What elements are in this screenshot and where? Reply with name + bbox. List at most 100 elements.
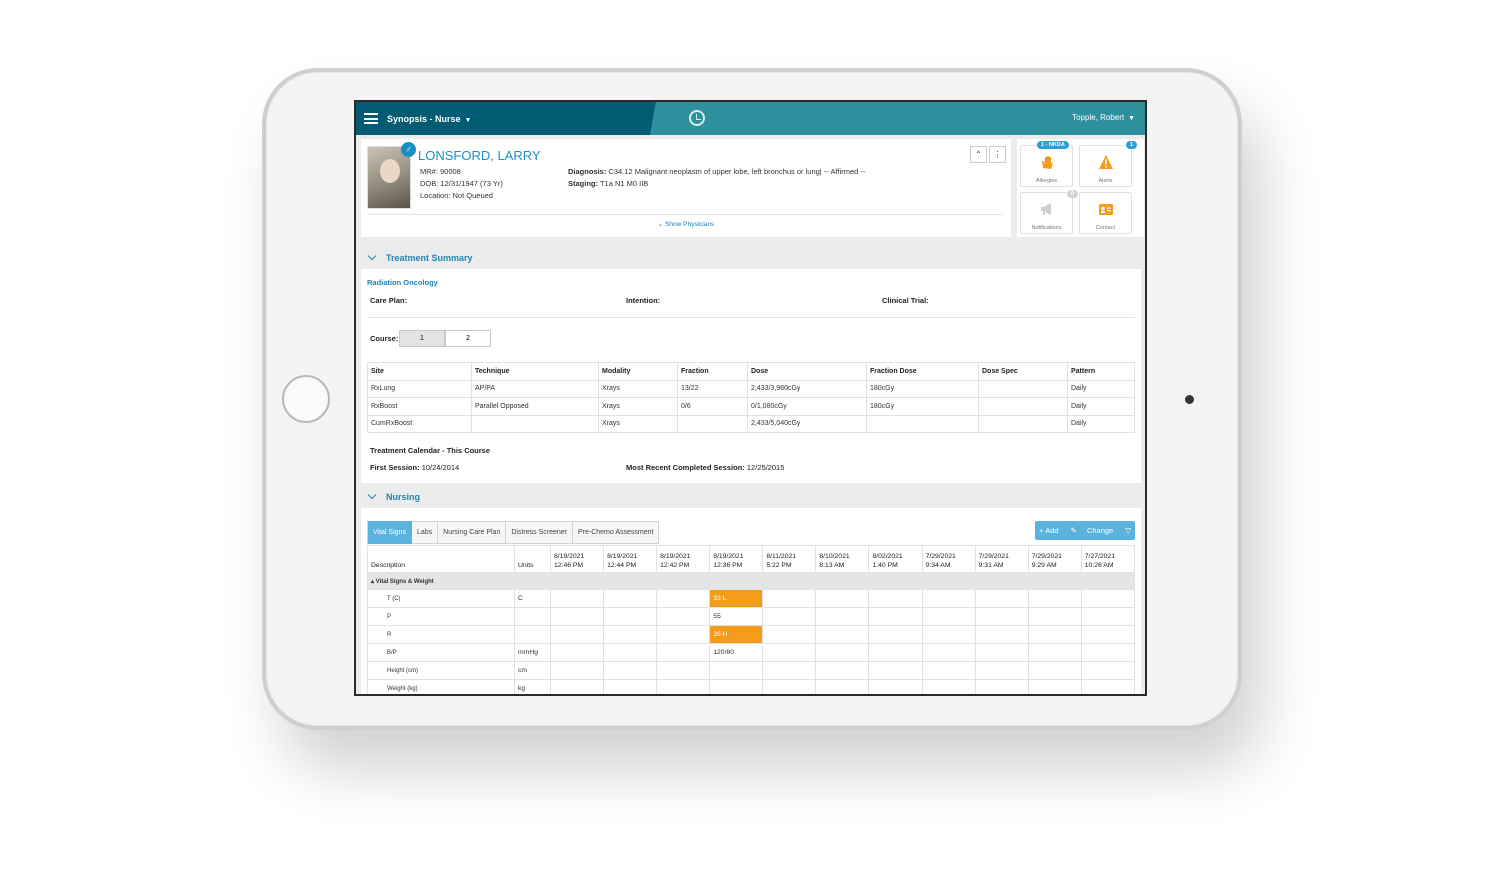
empty-cell[interactable] xyxy=(762,625,817,644)
empty-cell[interactable] xyxy=(603,679,658,694)
table-row[interactable]: RxBoost Parallel Opposed Xrays 0/6 0/1,080cG… xyxy=(367,397,1135,416)
empty-cell[interactable] xyxy=(603,589,658,608)
empty-cell[interactable] xyxy=(1080,589,1136,608)
more-options-icon[interactable]: ⋮ xyxy=(989,146,1006,163)
vital-value[interactable]: 33 L xyxy=(709,589,764,608)
empty-cell[interactable] xyxy=(1027,589,1082,608)
table-row[interactable]: RxLung AP/PA Xrays 13/22 2,433/3,960cGy 180cG… xyxy=(367,379,1135,398)
empty-cell[interactable] xyxy=(762,661,817,680)
empty-cell[interactable] xyxy=(815,661,870,680)
empty-cell[interactable] xyxy=(549,607,605,626)
empty-cell[interactable] xyxy=(603,607,658,626)
empty-cell[interactable] xyxy=(1080,607,1136,626)
empty-cell[interactable] xyxy=(549,661,605,680)
empty-cell[interactable] xyxy=(815,625,870,644)
empty-cell[interactable] xyxy=(656,679,711,694)
empty-cell[interactable] xyxy=(549,679,605,694)
change-button[interactable]: ✎ Change xyxy=(1063,526,1122,535)
empty-cell[interactable] xyxy=(762,607,817,626)
empty-cell[interactable] xyxy=(603,643,658,662)
table-row[interactable]: T (C) C 33 L xyxy=(367,589,1136,608)
empty-cell[interactable] xyxy=(762,679,817,694)
notifications-tile[interactable]: Notifications xyxy=(1020,192,1073,234)
empty-cell[interactable] xyxy=(921,607,976,626)
empty-cell[interactable] xyxy=(549,643,605,662)
history-icon[interactable] xyxy=(689,110,705,126)
empty-cell[interactable] xyxy=(1027,679,1082,694)
empty-cell[interactable] xyxy=(815,679,870,694)
table-row[interactable]: P 55 xyxy=(367,607,1136,626)
allergies-tile[interactable]: Allergies xyxy=(1020,145,1073,187)
empty-cell[interactable] xyxy=(868,607,923,626)
tab-labs[interactable]: Labs xyxy=(411,521,439,544)
filter-icon[interactable]: ▽ xyxy=(1121,526,1135,535)
tab-nursing-care-plan[interactable]: Nursing Care Plan xyxy=(438,521,507,544)
empty-cell[interactable] xyxy=(1027,607,1082,626)
empty-cell[interactable] xyxy=(921,661,976,680)
vital-value[interactable]: 120/80 xyxy=(709,643,764,662)
vital-value[interactable] xyxy=(709,679,764,694)
empty-cell[interactable] xyxy=(921,589,976,608)
tab-pre-chemo-assessment[interactable]: Pre-Chemo Assessment xyxy=(572,521,660,544)
empty-cell[interactable] xyxy=(762,643,817,662)
table-row[interactable]: R 26 H xyxy=(367,625,1136,644)
empty-cell[interactable] xyxy=(921,679,976,694)
treatment-summary-header[interactable]: Treatment Summary xyxy=(361,247,1141,269)
add-button[interactable]: + Add xyxy=(1035,526,1062,535)
vital-value[interactable]: 26 H xyxy=(709,625,764,644)
vital-value[interactable]: 55 xyxy=(709,607,764,626)
empty-cell[interactable] xyxy=(656,643,711,662)
course-option-1[interactable]: 1 xyxy=(399,330,445,347)
empty-cell[interactable] xyxy=(1080,661,1136,680)
table-row[interactable]: B/P mmHg 120/80 xyxy=(367,643,1136,662)
show-physicians-link[interactable]: ⌄ Show Physicians xyxy=(361,220,1011,228)
tab-vital-signs[interactable]: Vital Signs xyxy=(367,521,412,544)
empty-cell[interactable] xyxy=(656,625,711,644)
app-title-menu[interactable]: Synopsis - Nurse ▼ xyxy=(387,114,471,124)
empty-cell[interactable] xyxy=(549,625,605,644)
empty-cell[interactable] xyxy=(974,589,1029,608)
empty-cell[interactable] xyxy=(1080,679,1136,694)
empty-cell[interactable] xyxy=(656,607,711,626)
user-menu[interactable]: Topple, Robert ▼ xyxy=(1072,113,1135,122)
empty-cell[interactable] xyxy=(1080,625,1136,644)
hamburger-menu-icon[interactable] xyxy=(364,113,378,124)
empty-cell[interactable] xyxy=(974,607,1029,626)
nursing-header[interactable]: Nursing xyxy=(361,486,1141,508)
empty-cell[interactable] xyxy=(974,643,1029,662)
group-row[interactable]: ▴ Vital Signs & Weight xyxy=(367,572,1135,590)
empty-cell[interactable] xyxy=(868,679,923,694)
empty-cell[interactable] xyxy=(762,589,817,608)
empty-cell[interactable] xyxy=(549,589,605,608)
empty-cell[interactable] xyxy=(974,679,1029,694)
home-button[interactable] xyxy=(282,375,330,423)
contact-tile[interactable]: Contact xyxy=(1079,192,1132,234)
empty-cell[interactable] xyxy=(603,661,658,680)
empty-cell[interactable] xyxy=(1027,643,1082,662)
empty-cell[interactable] xyxy=(656,589,711,608)
table-row[interactable]: Weight (kg) kg xyxy=(367,679,1136,694)
empty-cell[interactable] xyxy=(974,625,1029,644)
empty-cell[interactable] xyxy=(1027,661,1082,680)
empty-cell[interactable] xyxy=(1027,625,1082,644)
empty-cell[interactable] xyxy=(974,661,1029,680)
vital-value[interactable] xyxy=(709,661,764,680)
collapse-up-icon[interactable]: ⌃ xyxy=(970,146,987,163)
empty-cell[interactable] xyxy=(815,607,870,626)
empty-cell[interactable] xyxy=(656,661,711,680)
empty-cell[interactable] xyxy=(815,589,870,608)
empty-cell[interactable] xyxy=(1080,643,1136,662)
course-option-2[interactable]: 2 xyxy=(445,330,491,347)
empty-cell[interactable] xyxy=(921,643,976,662)
table-row[interactable]: CumRxBoost Xrays 2,433/5,040cGy Daily xyxy=(367,414,1135,433)
empty-cell[interactable] xyxy=(868,661,923,680)
patient-name[interactable]: LONSFORD, LARRY xyxy=(418,148,541,163)
empty-cell[interactable] xyxy=(868,625,923,644)
empty-cell[interactable] xyxy=(603,625,658,644)
empty-cell[interactable] xyxy=(815,643,870,662)
alerts-tile[interactable]: Alerts xyxy=(1079,145,1132,187)
empty-cell[interactable] xyxy=(921,625,976,644)
empty-cell[interactable] xyxy=(868,643,923,662)
table-row[interactable]: Height (cm) cm xyxy=(367,661,1136,680)
tab-distress-screener[interactable]: Distress Screener xyxy=(506,521,573,544)
